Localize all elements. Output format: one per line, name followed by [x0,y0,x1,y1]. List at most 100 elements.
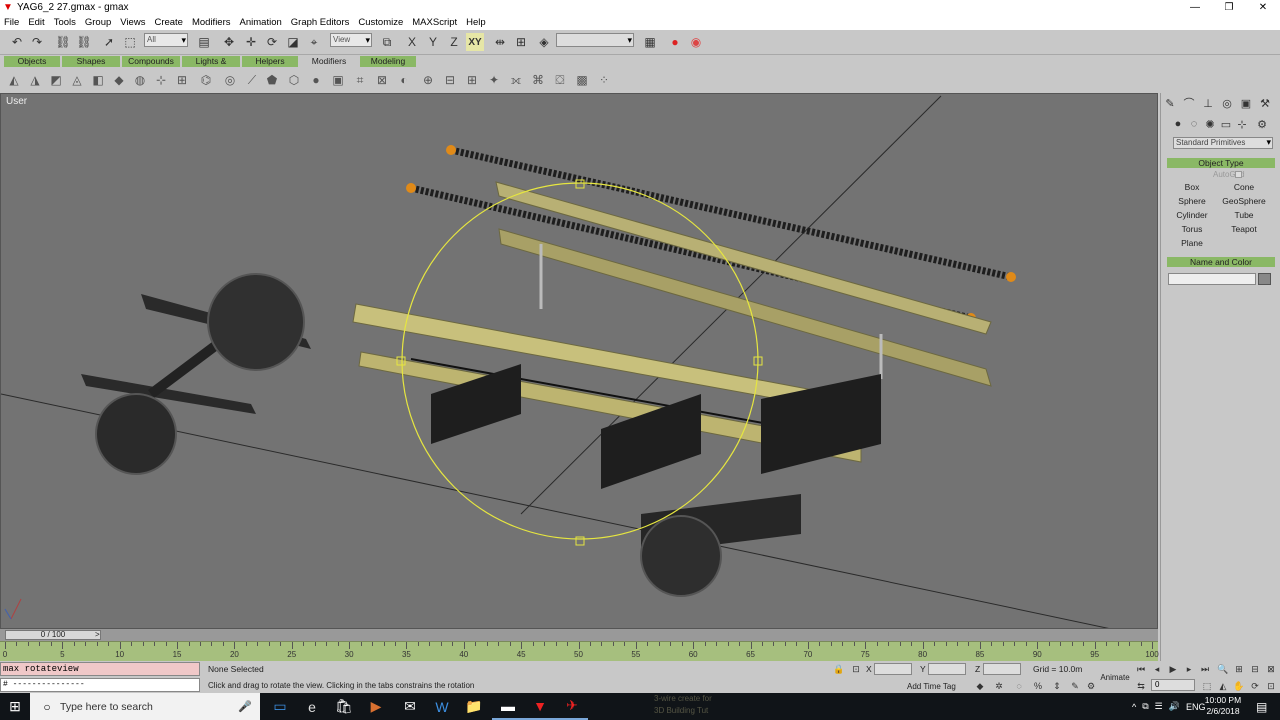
menu-create[interactable]: Create [154,17,183,28]
rotate-icon[interactable]: ⟳ [263,33,281,51]
menu-animation[interactable]: Animation [240,17,282,28]
y-coordinate-field[interactable] [928,663,966,675]
modifier-ffd-icon[interactable]: ⊞ [174,72,190,88]
pan-icon[interactable]: ✋ [1232,680,1246,692]
mirror-icon[interactable]: ⇹ [491,33,509,51]
microphone-icon[interactable]: 🎤 [238,700,252,713]
time-slider[interactable]: 0 / 100 > [0,629,1158,641]
menu-views[interactable]: Views [120,17,145,28]
axis-y-icon[interactable]: Y [424,33,442,51]
spinner-snap-icon[interactable]: ⇕ [1050,680,1064,692]
region-zoom-icon[interactable]: ⬚ [1200,680,1214,692]
modeling-vertex-icon[interactable]: ✦ [486,72,502,88]
material-icon[interactable]: ◈ [535,33,553,51]
lights-icon[interactable]: ✺ [1203,117,1217,131]
utilities-panel-icon[interactable]: ⚒ [1258,96,1272,110]
next-frame-icon[interactable]: ▸ [1182,663,1196,675]
zoom-icon[interactable]: 🔍 [1216,663,1230,675]
geometry-icon[interactable]: ● [1171,117,1185,131]
box-button[interactable]: Box [1168,181,1216,193]
modeling-weld-icon[interactable]: ⌘ [530,72,546,88]
modifier-lathe-icon[interactable]: ⌗ [352,72,368,88]
task-view-icon[interactable]: ▭ [264,693,296,720]
menu-edit[interactable]: Edit [28,17,44,28]
modeling-connect-icon[interactable]: ⟗ [508,72,524,88]
tab-lights-cameras[interactable]: Lights & Cameras [182,56,240,77]
menu-tools[interactable]: Tools [54,17,76,28]
tab-shapes[interactable]: Shapes [62,56,120,67]
undo-icon[interactable]: ↶ [8,33,26,51]
shapes-icon[interactable]: ◌ [1187,117,1201,131]
tab-modeling[interactable]: Modeling [360,56,416,67]
current-frame-field[interactable]: 0 [1151,679,1195,691]
modifier-mesh-icon[interactable]: ⟋ [244,72,260,88]
tube-button[interactable]: Tube [1220,209,1268,221]
tray-chevron-icon[interactable]: ^ [1132,702,1136,712]
go-to-start-icon[interactable]: ⏮ [1134,663,1148,675]
tab-modifiers[interactable]: Modifiers [300,56,358,67]
systems-icon[interactable]: ⚙ [1255,117,1269,131]
menu-file[interactable]: File [4,17,19,28]
desktop-app-icon[interactable]: ▬ [492,693,524,720]
restore-icon[interactable]: ❐ [1212,0,1246,15]
ref-coord-dropdown[interactable]: View [330,33,372,47]
link-icon[interactable]: ⛓ [54,33,72,51]
object-color-swatch[interactable] [1258,273,1271,285]
object-name-input[interactable] [1168,273,1256,285]
helpers-icon[interactable]: ⊹ [1235,117,1249,131]
time-slider-next-icon[interactable]: > [95,630,100,639]
modeling-edge-icon[interactable]: ⊞ [464,72,480,88]
flight-sim-icon[interactable]: ✈ [556,693,588,720]
select-move-alt-icon[interactable]: ✛ [242,33,260,51]
zoom-extents-icon[interactable]: ⊟ [1248,663,1262,675]
arc-rotate-icon[interactable]: ⟳ [1248,680,1262,692]
key-mode-toggle-icon[interactable]: ⇆ [1134,680,1148,692]
create-panel-icon[interactable]: ✎ [1163,96,1177,110]
modifier-taper-icon[interactable]: ◮ [27,72,43,88]
modeling-cap-icon[interactable]: ⛋ [552,72,568,88]
windows-start-icon[interactable]: ⊞ [0,693,30,720]
modifier-noise-icon[interactable]: ◬ [69,72,85,88]
render-icon[interactable]: ● [666,33,684,51]
axis-xy-button[interactable]: XY [466,33,484,51]
select-arrow-icon[interactable]: ➚ [100,33,118,51]
maxscript-listener-input[interactable]: # --------------- [0,678,200,692]
percent-snap-icon[interactable]: % [1031,680,1045,692]
motion-panel-icon[interactable]: ◎ [1220,96,1234,110]
angle-snap-icon[interactable]: ◌ [1012,680,1026,692]
modeling-checker-icon[interactable]: ▩ [574,72,590,88]
taskbar-clock[interactable]: 10:00 PM 2/6/2018 [1200,695,1246,717]
geosphere-button[interactable]: GeoSphere [1220,195,1268,207]
taskbar-search[interactable]: ○ Type here to search 🎤 [30,693,260,720]
modifier-sphere-icon[interactable]: ● [308,72,324,88]
snap-icon[interactable]: ⌖ [305,33,323,51]
viewport-user[interactable]: User [0,93,1158,629]
quick-render-icon[interactable]: ◉ [687,33,705,51]
animate-button[interactable]: Animate [1100,664,1130,692]
key-mode-icon[interactable]: ◆ [973,680,987,692]
lock-selection-icon[interactable]: 🔒 [832,663,846,675]
redo-icon[interactable]: ↷ [28,33,46,51]
menu-modifiers[interactable]: Modifiers [192,17,231,28]
add-time-tag[interactable]: Add Time Tag [907,682,956,691]
sphere-button[interactable]: Sphere [1168,195,1216,207]
mail-icon[interactable]: ✉ [394,693,426,720]
display-panel-icon[interactable]: ▣ [1239,96,1253,110]
play-icon[interactable]: ▶ [1166,663,1180,675]
align-icon[interactable]: ⊞ [512,33,530,51]
modeling-grid-icon[interactable]: ⊕ [420,72,436,88]
go-to-end-icon[interactable]: ⏭ [1198,663,1212,675]
x-coordinate-field[interactable] [874,663,912,675]
zoom-all-icon[interactable]: ⊞ [1232,663,1246,675]
file-explorer-icon[interactable]: 📁 [458,693,490,720]
hierarchy-panel-icon[interactable]: ⊥ [1201,96,1215,110]
modifier-smooth-icon[interactable]: ⬟ [264,72,280,88]
object-category-dropdown[interactable]: Standard Primitives [1173,137,1273,149]
word-icon[interactable]: W [426,693,458,720]
absolute-mode-icon[interactable]: ⊡ [849,663,863,675]
modifier-skew-icon[interactable]: ◆ [111,72,127,88]
modeling-tessellate-icon[interactable]: ⁘ [596,72,612,88]
plane-button[interactable]: Plane [1168,237,1216,249]
snap-toggle-icon[interactable]: ✲ [992,680,1006,692]
autogrid-checkbox[interactable] [1235,171,1242,178]
